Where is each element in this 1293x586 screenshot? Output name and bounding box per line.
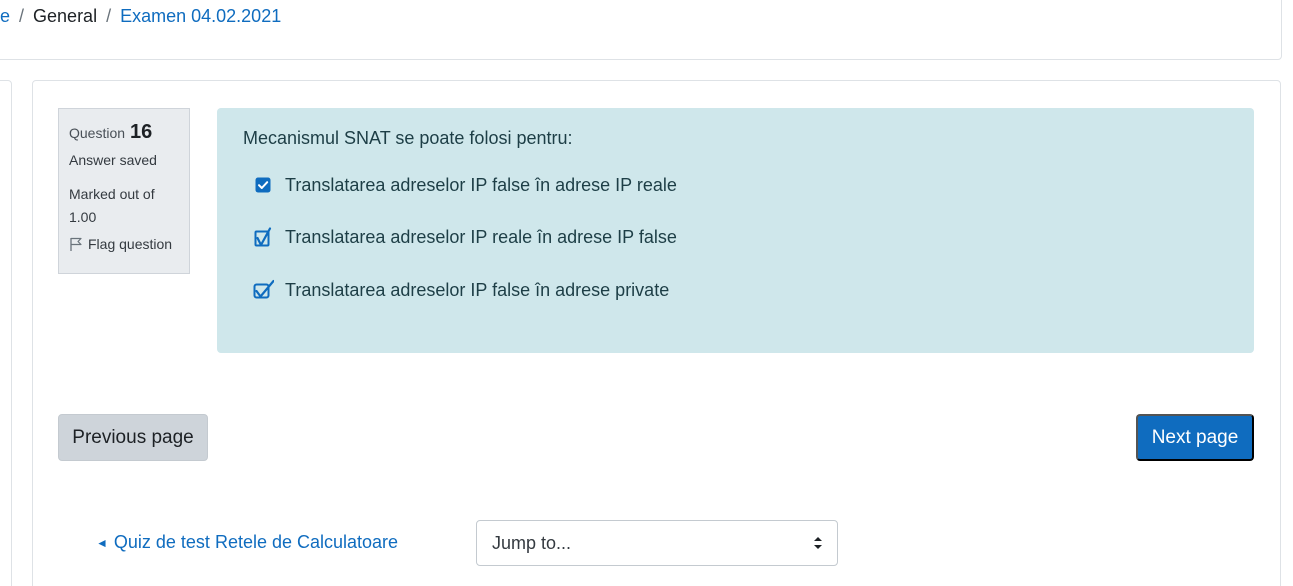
- flag-question[interactable]: Flag question: [69, 235, 179, 253]
- previous-page-button[interactable]: Previous page: [58, 414, 208, 461]
- answer-option-2[interactable]: Translatarea adreselor IP reale în adres…: [243, 226, 1228, 249]
- question-info: Question 16 Answer saved Marked out of 1…: [58, 108, 190, 274]
- jump-to-select[interactable]: Jump to...: [476, 520, 838, 566]
- answer-checkbox-1[interactable]: [252, 174, 274, 196]
- answer-option-label-2: Translatarea adreselor IP reale în adres…: [285, 227, 677, 247]
- question-formulation: Mecanismul SNAT se poate folosi pentru: …: [217, 108, 1254, 353]
- breadcrumb-item-general[interactable]: General: [33, 6, 97, 26]
- breadcrumb-item-partial[interactable]: e: [0, 6, 10, 26]
- answer-option-1[interactable]: Translatarea adreselor IP false în adres…: [243, 174, 1228, 196]
- jump-to-value: Jump to...: [492, 532, 572, 553]
- question-grade: Marked out of 1.00: [69, 183, 179, 229]
- select-arrows-icon: [813, 535, 823, 556]
- question-state: Answer saved: [69, 152, 157, 168]
- answer-options: Translatarea adreselor IP false în adres…: [243, 174, 1228, 301]
- left-panel-edge: [0, 80, 12, 586]
- grade-label: Marked out of: [69, 186, 155, 202]
- checkbox-checked-icon: [255, 177, 271, 193]
- left-arrow-icon: ◄: [96, 535, 108, 550]
- grade-value: 1.00: [69, 209, 97, 225]
- breadcrumb: e / General / Examen 04.02.2021: [0, 5, 281, 27]
- answer-checkbox-2[interactable]: [252, 226, 274, 249]
- back-to-quiz-link[interactable]: ◄ Quiz de test Retele de Calculatoare: [96, 532, 398, 553]
- answer-option-3[interactable]: Translatarea adreselor IP false în adres…: [243, 279, 1228, 301]
- answer-option-label-3: Translatarea adreselor IP false în adres…: [285, 279, 670, 300]
- question-label: Question: [69, 125, 126, 141]
- answer-checkbox-3[interactable]: [252, 279, 275, 301]
- question-number-value: 16: [130, 121, 153, 143]
- answer-option-label-1: Translatarea adreselor IP false în adres…: [285, 174, 677, 195]
- breadcrumb-item-exam[interactable]: Examen 04.02.2021: [120, 6, 281, 26]
- handdrawn-check-icon: [254, 226, 272, 246]
- breadcrumb-separator: /: [106, 6, 112, 26]
- flag-question-label: Flag question: [88, 236, 173, 252]
- flag-icon: [69, 237, 83, 252]
- question-text: Mecanismul SNAT se poate folosi pentru:: [243, 128, 573, 148]
- breadcrumb-separator: /: [19, 6, 25, 26]
- back-to-quiz-label: Quiz de test Retele de Calculatoare: [113, 532, 399, 552]
- question-number: Question 16: [69, 121, 179, 144]
- next-page-button[interactable]: Next page: [1136, 414, 1254, 461]
- handdrawn-check-icon: [253, 279, 275, 299]
